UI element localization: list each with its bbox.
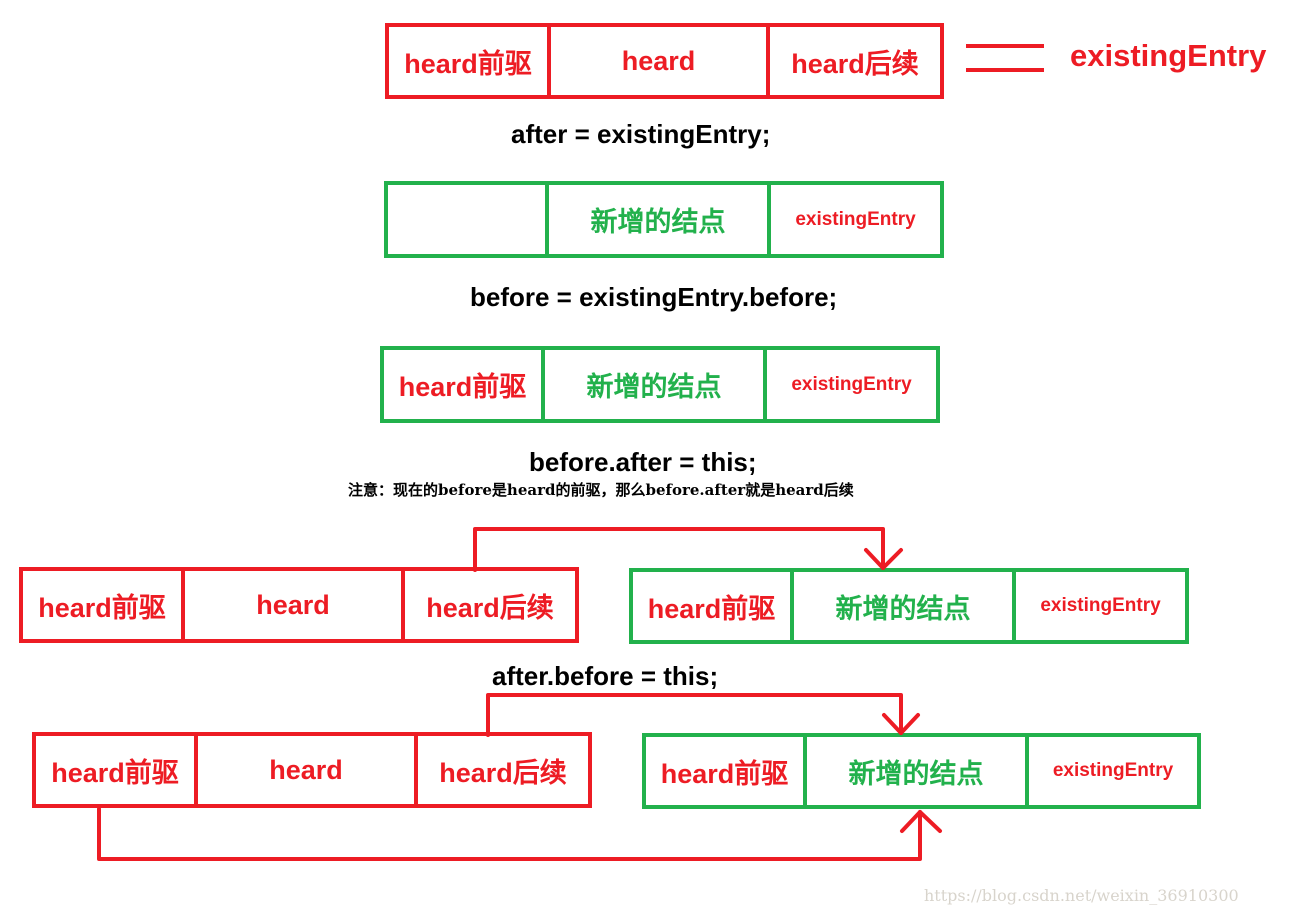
- arrows-layer: [97, 527, 942, 861]
- arrow-prev-to-new-node: [97, 807, 922, 861]
- arrow-next-to-new-node-step4: [486, 693, 903, 737]
- watermark: https://blog.csdn.net/weixin_36910300: [924, 886, 1239, 905]
- arrow-next-to-new-node: [473, 527, 885, 572]
